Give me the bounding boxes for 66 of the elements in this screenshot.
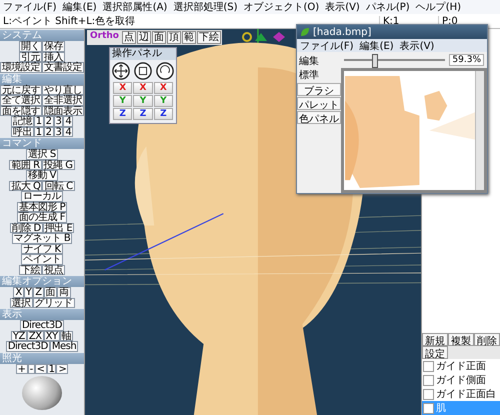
tool-button[interactable]: Mesh [50,341,78,352]
menu-item[interactable]: 選択部処理(S) [173,0,238,14]
menu-item[interactable]: ヘルプ(H) [416,0,462,14]
menu-item[interactable]: 選択部属性(A) [102,0,168,14]
tool-button[interactable]: 投縄 G [42,160,75,170]
tool-button[interactable]: 回転 C [42,180,75,191]
material-button[interactable]: 設定 [422,346,448,359]
tool-button[interactable]: 削除 D [10,222,43,233]
tool-button[interactable]: 引元 [19,52,42,62]
tool-button[interactable]: ナイフ K [21,244,63,254]
menu-item[interactable]: 表示(V) [325,0,360,14]
tool-button[interactable]: Direct3D [6,341,50,352]
tool-button[interactable]: 隠面表示 [42,106,84,116]
tool-button[interactable]: YZ [10,330,27,341]
material-item[interactable]: ガイド正面 [422,359,500,373]
tool-button[interactable]: Z [33,287,44,298]
light-control[interactable]: + [16,364,28,374]
tool-button[interactable]: ローカル [21,191,63,202]
material-button[interactable]: 削除 [474,333,500,346]
menu-item[interactable]: ファイル(F) [3,0,57,14]
tool-button[interactable]: 基本図形 P [16,202,68,212]
tool-button[interactable]: 呼出 [10,126,34,137]
section-header: 表示 [0,309,84,320]
tool-button[interactable]: マグネット B [12,233,72,244]
tool-button[interactable]: 挿入 [42,52,65,62]
section-header: 照光 [0,352,84,364]
tool-button[interactable]: 面 [44,287,58,298]
tool-button[interactable]: 両 [57,287,71,298]
light-control[interactable]: > [56,364,68,374]
tool-button[interactable]: 移動 V [26,170,58,180]
tool-button[interactable]: 記憶 [10,116,34,126]
tool-button[interactable]: 拡大 Q [9,180,42,191]
menu-item[interactable]: 編集(E) [62,0,97,14]
section-header: 編集オプション [0,276,84,287]
tool-button[interactable]: 元に戻す [0,84,42,95]
tool-button[interactable]: 選択 [10,298,32,308]
tool-button[interactable]: 4 [63,126,74,137]
tool-button[interactable]: 面を隠す [0,106,42,116]
section-header: システム [0,30,84,41]
section-header: 編集 [0,74,84,84]
material-button[interactable]: 新規 [422,333,448,346]
tool-button[interactable]: 全て選択 [0,95,42,106]
tool-button[interactable]: 全非選択 [42,95,84,106]
status-hint: L:ペイント Shift+L:色を取得 [3,15,136,28]
menu-item[interactable]: オブジェクト(O) [244,0,320,14]
tool-button[interactable]: 押出 E [42,222,74,233]
tool-button[interactable]: 視点 [42,264,65,275]
tool-button[interactable]: やり直し [42,84,84,95]
tool-button[interactable]: 下絵 [19,264,42,275]
tool-button[interactable]: 環境設定 [0,62,42,72]
zoom-reading: 59.3% [449,54,484,66]
material-item[interactable]: ガイド正面白 [422,387,500,401]
menu-item[interactable]: パネル(P) [366,0,410,14]
tool-button[interactable]: 選択 S [26,149,58,160]
tool-button[interactable]: ペイント [21,254,63,264]
tool-button[interactable]: 開く [19,41,42,52]
tool-button[interactable]: 範囲 R [9,160,42,170]
tool-button[interactable]: 保存 [42,41,65,52]
section-header: コマンド [0,138,84,149]
tool-button[interactable]: 文書設定 [42,62,84,72]
tool-button[interactable]: Direct3D [20,320,64,330]
tool-button[interactable]: 面の生成 F [17,212,67,222]
material-button[interactable]: 複製 [448,333,474,346]
tool-button[interactable]: 4 [63,116,74,126]
material-item[interactable]: ガイド側面 [422,373,500,387]
tool-button[interactable]: X [13,287,24,298]
